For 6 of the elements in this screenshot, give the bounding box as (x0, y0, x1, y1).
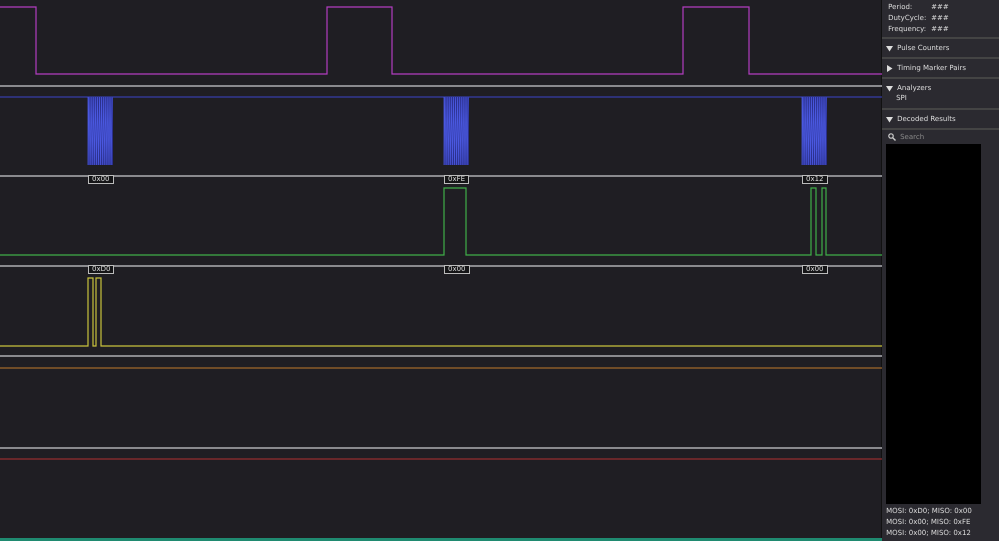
expanded-triangle-icon (886, 116, 894, 122)
expanded-triangle-icon (886, 84, 894, 92)
collapsed-triangle-icon (886, 64, 894, 72)
timeline-scrollbar[interactable] (0, 538, 882, 541)
expanded-triangle-icon (886, 44, 894, 52)
search-icon (888, 133, 896, 141)
